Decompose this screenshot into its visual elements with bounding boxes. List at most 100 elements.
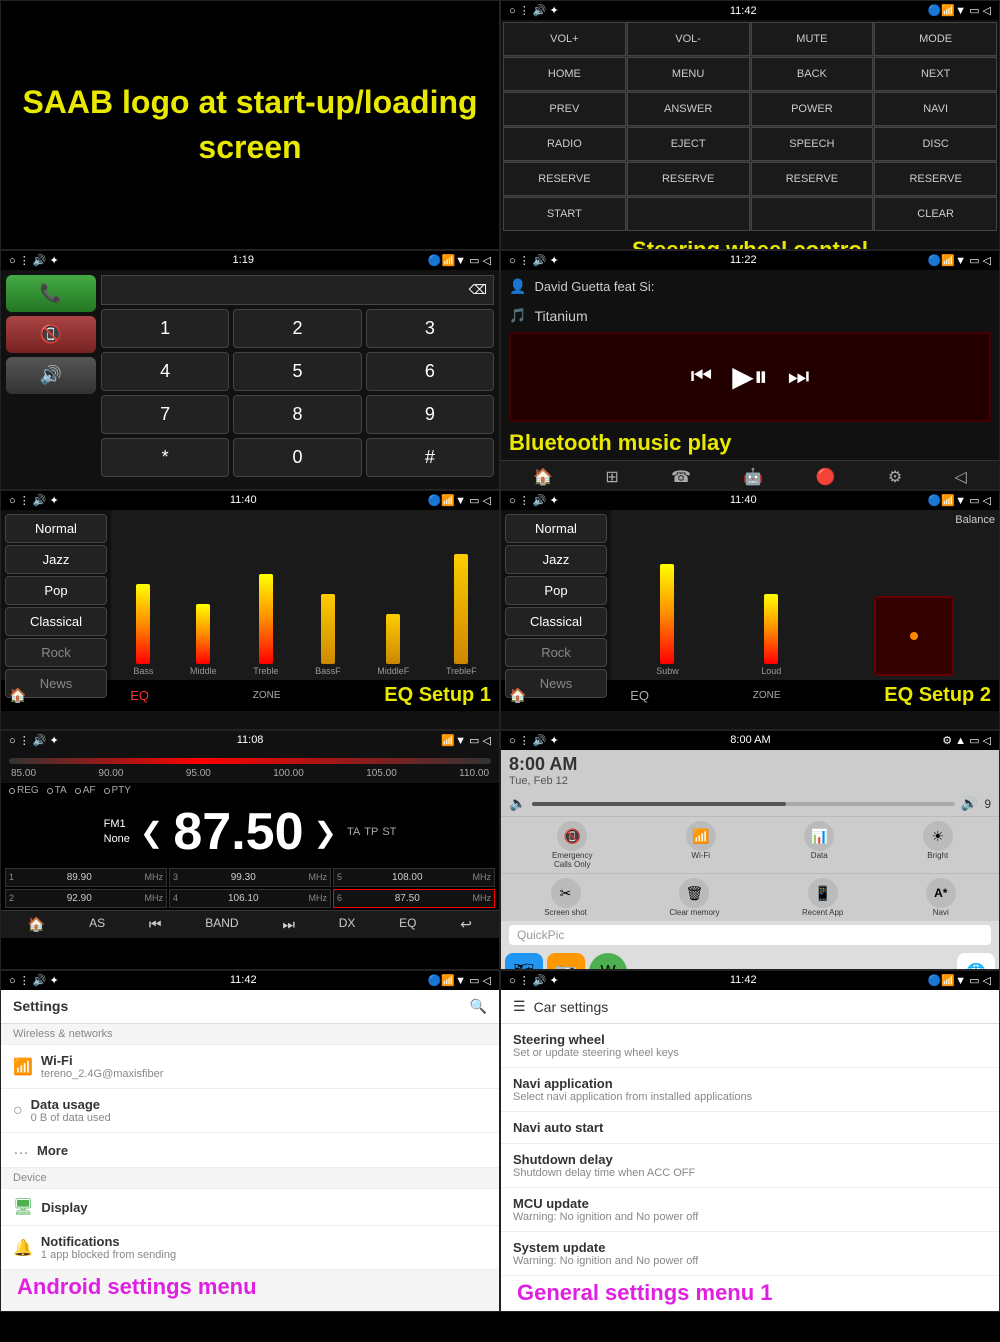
- pulldown-search-input[interactable]: QuickPic: [509, 925, 991, 945]
- carsettings-steering-item[interactable]: Steering wheel Set or update steering wh…: [501, 1024, 999, 1068]
- num-0[interactable]: 0: [233, 438, 361, 477]
- num-3[interactable]: 3: [366, 309, 494, 348]
- quick-bright[interactable]: ☀ Bright: [923, 821, 953, 869]
- carsettings-navi-app-item[interactable]: Navi application Select navi application…: [501, 1068, 999, 1112]
- carsettings-shutdown-item[interactable]: Shutdown delay Shutdown delay time when …: [501, 1144, 999, 1188]
- steer-reserve1[interactable]: RESERVE: [503, 162, 626, 196]
- fm-slider-bar[interactable]: [9, 758, 491, 764]
- fm-preset-2[interactable]: 2 92.90 MHz: [5, 889, 167, 908]
- fm-prev-icon[interactable]: ❮: [140, 816, 163, 849]
- fm-nav-dx[interactable]: DX: [339, 916, 356, 933]
- steer-speech[interactable]: SPEECH: [751, 127, 874, 161]
- eq2-preset-jazz[interactable]: Jazz: [505, 545, 607, 574]
- hamburger-icon[interactable]: ☰: [513, 998, 526, 1015]
- carsettings-sysupdate-item[interactable]: System update Warning: No ignition and N…: [501, 1232, 999, 1276]
- btmusic-nav-android[interactable]: 🤖: [743, 467, 763, 487]
- fm-preset-6[interactable]: 6 87.50 MHz: [333, 889, 495, 908]
- steer-start[interactable]: START: [503, 197, 626, 231]
- steer-next[interactable]: NEXT: [874, 57, 997, 91]
- quick-data[interactable]: 📊 Data: [804, 821, 834, 869]
- steer-reserve3[interactable]: RESERVE: [751, 162, 874, 196]
- num-6[interactable]: 6: [366, 352, 494, 391]
- steer-radio[interactable]: RADIO: [503, 127, 626, 161]
- settings-display-item[interactable]: 🖥 Display: [1, 1189, 499, 1226]
- eq1-home-icon[interactable]: 🏠: [9, 687, 26, 704]
- fm-slider-area[interactable]: 85.00 90.00 95.00 100.00 105.00 110.00: [1, 750, 499, 783]
- btmusic-nav-gear[interactable]: ⚙: [888, 467, 902, 487]
- num-star[interactable]: *: [101, 438, 229, 477]
- fm-nav-eq[interactable]: EQ: [399, 916, 416, 933]
- fm-nav-band[interactable]: BAND: [205, 916, 238, 933]
- steer-reserve2[interactable]: RESERVE: [627, 162, 750, 196]
- num-7[interactable]: 7: [101, 395, 229, 434]
- app-camera[interactable]: 📷: [547, 953, 585, 970]
- steer-mute[interactable]: MUTE: [751, 22, 874, 56]
- num-1[interactable]: 1: [101, 309, 229, 348]
- steer-prev[interactable]: PREV: [503, 92, 626, 126]
- next-track-btn[interactable]: ⏭: [788, 363, 810, 391]
- carsettings-navi-auto-item[interactable]: Navi auto start: [501, 1112, 999, 1144]
- eq2-home-icon[interactable]: 🏠: [509, 687, 526, 704]
- steer-clear[interactable]: CLEAR: [874, 197, 997, 231]
- fm-nav-back[interactable]: ↩: [460, 916, 472, 933]
- eq2-preset-classical[interactable]: Classical: [505, 607, 607, 636]
- steer-vol-minus[interactable]: VOL-: [627, 22, 750, 56]
- btcall-speaker-btn[interactable]: 🔊: [6, 357, 96, 394]
- volume-slider[interactable]: [532, 802, 954, 806]
- btcall-answer-btn[interactable]: 📞: [6, 275, 96, 312]
- steer-back[interactable]: BACK: [751, 57, 874, 91]
- num-2[interactable]: 2: [233, 309, 361, 348]
- btmusic-nav-back[interactable]: ◁: [954, 467, 966, 487]
- steer-answer[interactable]: ANSWER: [627, 92, 750, 126]
- app-maps[interactable]: 🗺: [505, 953, 543, 970]
- steer-eject[interactable]: EJECT: [627, 127, 750, 161]
- btmusic-nav-phone[interactable]: ☎: [671, 467, 691, 487]
- app-chrome[interactable]: 🌐: [957, 953, 995, 970]
- steer-reserve4[interactable]: RESERVE: [874, 162, 997, 196]
- fm-nav-prev[interactable]: ⏮: [149, 916, 162, 933]
- num-hash[interactable]: #: [366, 438, 494, 477]
- steer-menu[interactable]: MENU: [627, 57, 750, 91]
- fm-next-icon[interactable]: ❯: [314, 816, 337, 849]
- steer-disc[interactable]: DISC: [874, 127, 997, 161]
- eq2-preset-rock[interactable]: Rock: [505, 638, 607, 667]
- eq1-preset-jazz[interactable]: Jazz: [5, 545, 107, 574]
- btcall-input[interactable]: ⌫: [101, 275, 494, 305]
- eq1-preset-rock[interactable]: Rock: [5, 638, 107, 667]
- steer-home[interactable]: HOME: [503, 57, 626, 91]
- volume-down-icon[interactable]: 🔈: [509, 795, 526, 812]
- fm-preset-4[interactable]: 4 106.10 MHz: [169, 889, 331, 908]
- steer-power[interactable]: POWER: [751, 92, 874, 126]
- play-pause-btn[interactable]: ▶⏸: [732, 360, 768, 394]
- fm-preset-5[interactable]: 5 108.00 MHz: [333, 868, 495, 887]
- eq2-preset-pop[interactable]: Pop: [505, 576, 607, 605]
- prev-track-btn[interactable]: ⏮: [691, 363, 713, 391]
- fm-nav-next[interactable]: ⏭: [282, 916, 295, 933]
- fm-opt-ta[interactable]: TA: [47, 785, 67, 796]
- fm-preset-1[interactable]: 1 89.90 MHz: [5, 868, 167, 887]
- fm-opt-pty[interactable]: PTY: [104, 785, 131, 796]
- quick-screenshot[interactable]: ✂ Screen shot: [544, 878, 587, 917]
- volume-up-icon[interactable]: 🔊: [961, 795, 978, 812]
- eq1-preset-pop[interactable]: Pop: [5, 576, 107, 605]
- settings-notifications-item[interactable]: 🔔 Notifications 1 app blocked from sendi…: [1, 1226, 499, 1270]
- quick-navi[interactable]: A* Navi: [926, 878, 956, 917]
- num-9[interactable]: 9: [366, 395, 494, 434]
- steer-mode[interactable]: MODE: [874, 22, 997, 56]
- eq1-preset-classical[interactable]: Classical: [5, 607, 107, 636]
- eq1-preset-normal[interactable]: Normal: [5, 514, 107, 543]
- quick-emergency-calls[interactable]: 📵 Emergency Calls Only: [547, 821, 597, 869]
- fm-nav-home[interactable]: 🏠: [28, 916, 45, 933]
- num-8[interactable]: 8: [233, 395, 361, 434]
- btmusic-nav-grid[interactable]: ⊞: [605, 467, 618, 487]
- steer-vol-plus[interactable]: VOL+: [503, 22, 626, 56]
- fm-opt-af[interactable]: AF: [75, 785, 96, 796]
- btmusic-nav-music[interactable]: 🔴: [816, 467, 836, 487]
- app-waze[interactable]: W: [589, 953, 627, 970]
- settings-search-icon[interactable]: 🔍: [470, 998, 487, 1015]
- btmusic-nav-home[interactable]: 🏠: [533, 467, 553, 487]
- num-4[interactable]: 4: [101, 352, 229, 391]
- quick-clear-memory[interactable]: 🗑 Clear memory: [669, 878, 719, 917]
- quick-recent-app[interactable]: 📱 Recent App: [802, 878, 843, 917]
- btcall-hangup-btn[interactable]: 📵: [6, 316, 96, 353]
